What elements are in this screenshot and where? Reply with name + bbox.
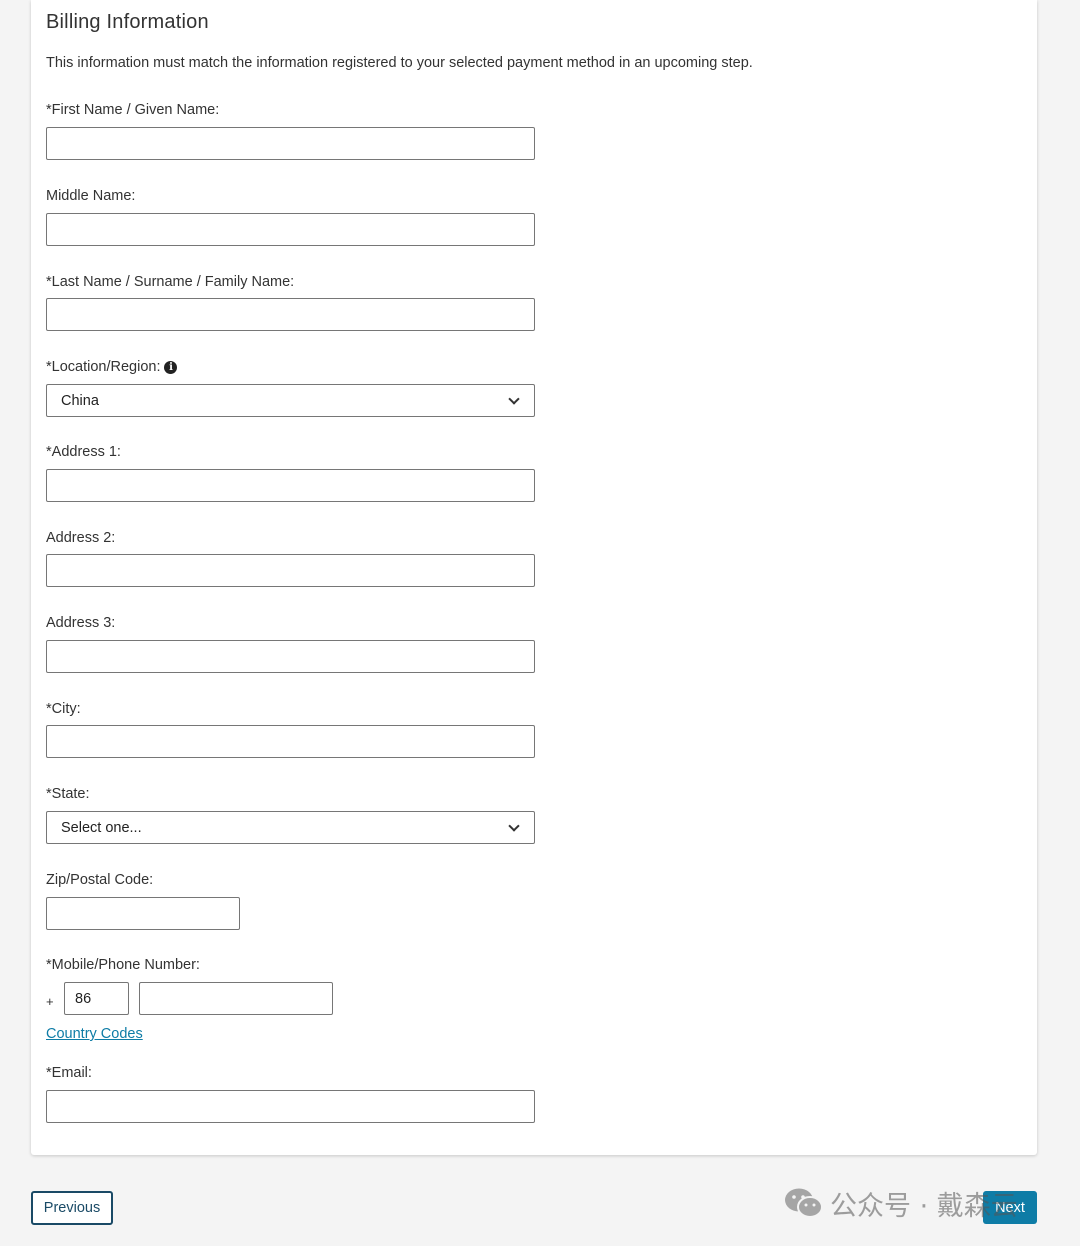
address3-label: Address 3: [46, 615, 116, 631]
email-label: *Email: [46, 1065, 92, 1081]
city-input[interactable] [46, 725, 535, 758]
email-input[interactable] [46, 1090, 535, 1123]
location-select[interactable]: China [46, 384, 535, 417]
state-select-value: Select one... [61, 819, 142, 836]
address1-input[interactable] [46, 469, 535, 502]
address1-label: *Address 1: [46, 444, 121, 460]
address2-input[interactable] [46, 554, 535, 587]
first-name-input[interactable] [46, 127, 535, 160]
city-label: *City: [46, 701, 81, 717]
middle-name-label: Middle Name: [46, 188, 136, 204]
first-name-label: *First Name / Given Name: [46, 102, 220, 118]
info-icon[interactable]: i [164, 360, 178, 374]
last-name-label: *Last Name / Surname / Family Name: [46, 274, 295, 290]
state-select[interactable]: Select one... [46, 811, 535, 844]
next-button[interactable]: Next [983, 1191, 1037, 1224]
phone-label: *Mobile/Phone Number: [46, 957, 200, 973]
wechat-icon [785, 1188, 823, 1218]
last-name-input[interactable] [46, 298, 535, 331]
location-label: *Location/Region: [46, 359, 161, 375]
location-label-row: *Location/Region: i [46, 359, 178, 375]
phone-number-input[interactable] [139, 982, 333, 1015]
address3-input[interactable] [46, 640, 535, 673]
phone-plus-sign: + [46, 994, 54, 1009]
middle-name-input[interactable] [46, 213, 535, 246]
location-select-value: China [61, 392, 99, 409]
country-code-input[interactable] [64, 982, 129, 1015]
address2-label: Address 2: [46, 530, 116, 546]
section-description: This information must match the informat… [46, 55, 753, 71]
previous-button[interactable]: Previous [31, 1191, 113, 1225]
section-title: Billing Information [46, 11, 209, 33]
zip-label: Zip/Postal Code: [46, 872, 154, 888]
country-codes-link[interactable]: Country Codes [46, 1026, 143, 1042]
zip-input[interactable] [46, 897, 240, 930]
chevron-down-icon [508, 392, 520, 405]
chevron-down-icon [508, 819, 520, 832]
state-label: *State: [46, 786, 90, 802]
